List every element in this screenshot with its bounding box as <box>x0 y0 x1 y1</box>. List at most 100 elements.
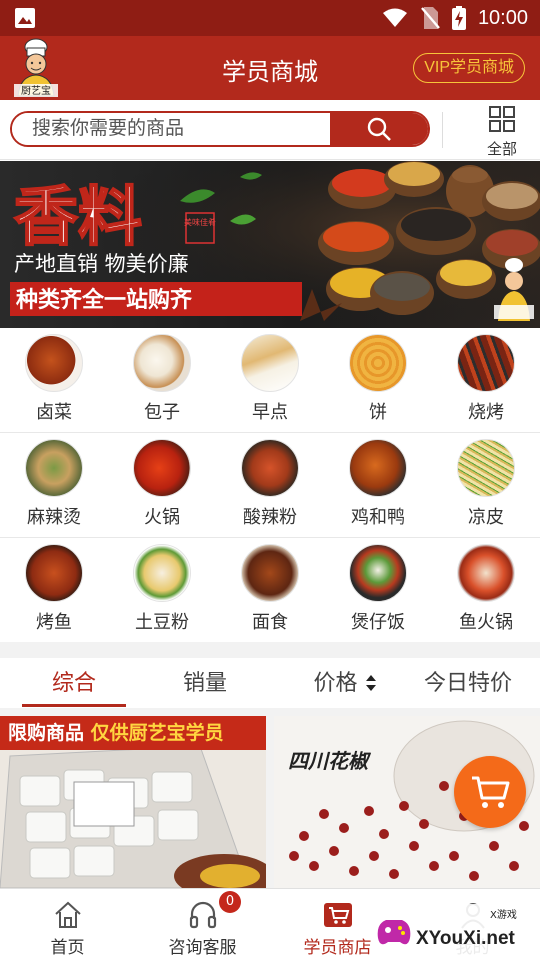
watermark-main-text: XYouXi.net <box>416 928 516 949</box>
vip-store-button[interactable]: VIP学员商城 <box>413 53 525 83</box>
svg-text:美味佳肴: 美味佳肴 <box>184 217 216 227</box>
category-hotpot[interactable]: 火锅 <box>108 433 216 537</box>
hot-sour-noodles-image <box>241 439 299 497</box>
status-bar: 10:00 <box>0 0 540 36</box>
category-label: 鸡和鸭 <box>351 507 405 528</box>
product-card[interactable]: 限购商品 仅供厨艺宝学员 <box>0 716 266 888</box>
flatbread-image <box>349 334 407 392</box>
banner-subtitle: 产地直销 物美价廉 <box>14 252 189 276</box>
tag-prefix: 限购商品 <box>8 722 85 744</box>
cart-icon <box>323 903 352 927</box>
roast-duck-image <box>349 439 407 497</box>
promo-banner[interactable]: 香料 美味佳肴 产地直销 物美价廉 种类齐全一站购齐 <box>0 161 540 328</box>
potato-noodles-image <box>133 544 191 602</box>
nav-label: 首页 <box>50 938 85 958</box>
category-buns[interactable]: 包子 <box>108 328 216 432</box>
category-hot-sour-noodles[interactable]: 酸辣粉 <box>216 433 324 537</box>
category-fish-hotpot[interactable]: 鱼火锅 <box>432 538 540 642</box>
cold-noodles-image <box>457 439 515 497</box>
category-grilled-fish[interactable]: 烤鱼 <box>0 538 108 642</box>
search-button[interactable] <box>330 113 428 145</box>
app-root: 10:00 厨艺宝 学员商城 VIP学员商城 全部 <box>0 0 540 960</box>
category-label: 煲仔饭 <box>351 612 405 633</box>
sort-tab-daily-deals[interactable]: 今日特价 <box>412 664 524 704</box>
search-input[interactable] <box>12 113 330 145</box>
category-label: 卤菜 <box>36 402 72 423</box>
category-flatbread[interactable]: 饼 <box>324 328 432 432</box>
category-malatang[interactable]: 麻辣烫 <box>0 433 108 537</box>
grilled-fish-image <box>25 544 83 602</box>
fish-hotpot-image <box>457 544 515 602</box>
category-row: 麻辣烫 火锅 酸辣粉 鸡和鸭 凉皮 <box>0 433 540 538</box>
category-cold-noodles[interactable]: 凉皮 <box>432 433 540 537</box>
gallery-notification-icon <box>15 8 35 28</box>
category-label: 烤鱼 <box>36 612 72 633</box>
clock: 10:00 <box>477 6 528 29</box>
hotpot-image <box>133 439 191 497</box>
search-icon <box>367 117 391 141</box>
category-label: 土豆粉 <box>135 612 189 633</box>
home-icon <box>54 901 81 928</box>
headset-icon <box>189 901 216 929</box>
category-braised[interactable]: 卤菜 <box>0 328 108 432</box>
wifi-icon <box>382 8 407 27</box>
banner-headline: 香料 <box>14 180 142 255</box>
category-grid: 卤菜 包子 早点 饼 烧烤 麻辣烫 火锅 酸辣粉 鸡和鸭 凉皮 烤鱼 土豆粉 面… <box>0 328 540 643</box>
category-label: 鱼火锅 <box>459 612 513 633</box>
category-claypot-rice[interactable]: 煲仔饭 <box>324 538 432 642</box>
category-row: 卤菜 包子 早点 饼 烧烤 <box>0 328 540 433</box>
banner-slogan: 种类齐全一站购齐 <box>16 287 193 313</box>
all-categories-label: 全部 <box>486 140 517 158</box>
sort-tab-label: 综合 <box>51 671 96 696</box>
product-caption: 四川花椒 <box>288 749 372 773</box>
category-label: 烧烤 <box>468 402 504 423</box>
category-noodles[interactable]: 面食 <box>216 538 324 642</box>
bbq-skewers-image <box>457 334 515 392</box>
divider <box>442 112 443 148</box>
site-watermark: X游戏 XYouXi.net <box>372 904 532 956</box>
sort-tabs: 综合 销量 价格 今日特价 <box>0 658 540 708</box>
sort-tab-sales[interactable]: 销量 <box>158 664 252 704</box>
banner-art: 香料 美味佳肴 产地直销 物美价廉 种类齐全一站购齐 <box>0 161 540 328</box>
claypot-rice-image <box>349 544 407 602</box>
all-categories-button[interactable]: 全部 <box>482 106 522 159</box>
app-header: 厨艺宝 学员商城 VIP学员商城 <box>0 36 540 100</box>
category-label: 火锅 <box>144 507 180 528</box>
shopping-cart-icon <box>472 776 510 808</box>
grid-icon <box>489 106 515 132</box>
category-chicken-duck[interactable]: 鸡和鸭 <box>324 433 432 537</box>
category-bbq[interactable]: 烧烤 <box>432 328 540 432</box>
breakfast-image <box>241 334 299 392</box>
category-label: 面食 <box>252 612 288 633</box>
category-label: 饼 <box>369 402 387 423</box>
buns-image <box>133 334 191 392</box>
tag-highlight: 仅供厨艺宝学员 <box>90 722 224 744</box>
section-spacer <box>0 642 540 658</box>
search-bar <box>10 111 430 147</box>
watermark-top-text: X游戏 <box>490 908 517 921</box>
category-label: 凉皮 <box>468 507 504 528</box>
malatang-image <box>25 439 83 497</box>
braised-pork-image <box>25 334 83 392</box>
sort-tab-price[interactable]: 价格 <box>298 664 392 704</box>
nav-label: 咨询客服 <box>168 938 237 958</box>
search-row: 全部 <box>0 100 540 160</box>
category-breakfast[interactable]: 早点 <box>216 328 324 432</box>
sort-tab-label: 价格 <box>313 671 358 696</box>
category-label: 包子 <box>144 402 180 423</box>
limited-product-tag: 限购商品 仅供厨艺宝学员 <box>0 716 266 750</box>
unread-badge: 0 <box>219 891 241 913</box>
battery-charging-icon <box>451 6 466 30</box>
nav-home[interactable]: 首页 <box>0 889 135 960</box>
category-label: 早点 <box>252 402 288 423</box>
category-row: 烤鱼 土豆粉 面食 煲仔饭 鱼火锅 <box>0 538 540 643</box>
sort-tab-comprehensive[interactable]: 综合 <box>22 664 126 707</box>
section-spacer <box>0 708 540 716</box>
no-sim-icon <box>421 7 440 29</box>
category-potato-noodles[interactable]: 土豆粉 <box>108 538 216 642</box>
category-label: 麻辣烫 <box>27 507 81 528</box>
category-label: 酸辣粉 <box>243 507 297 528</box>
floating-cart-button[interactable] <box>454 756 526 828</box>
noodles-image <box>241 544 299 602</box>
nav-customer-service[interactable]: 0 咨询客服 <box>135 889 270 960</box>
